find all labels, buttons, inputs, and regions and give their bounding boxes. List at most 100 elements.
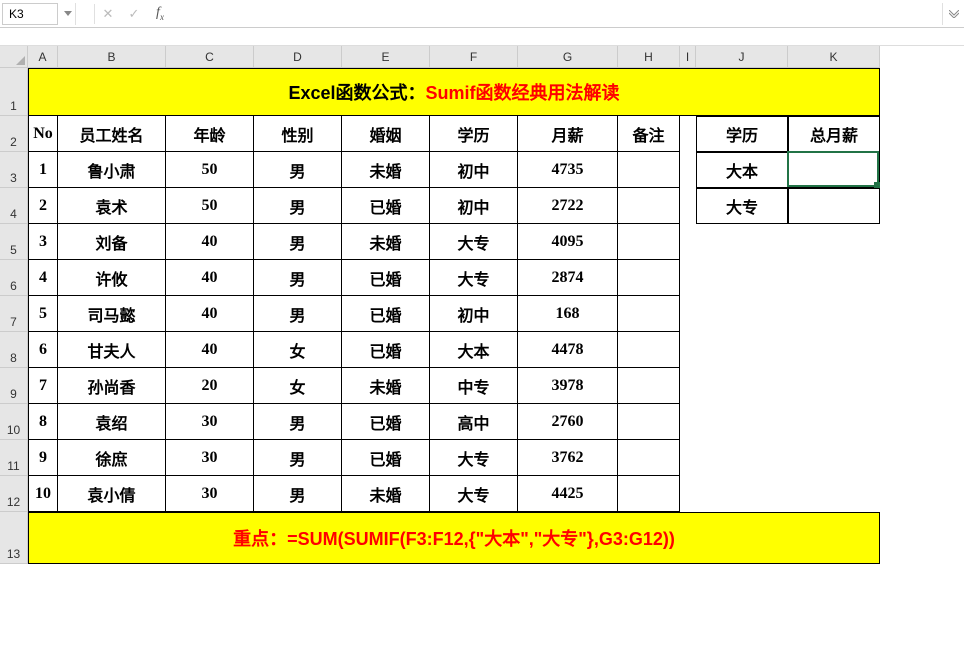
row-header-6[interactable]: 6 xyxy=(0,260,27,296)
spacer-cell[interactable] xyxy=(680,404,696,440)
data-cell-r6-c1[interactable]: 孙尚香 xyxy=(58,368,166,404)
spacer-cell[interactable] xyxy=(680,224,696,260)
name-box[interactable]: K3 xyxy=(2,3,58,25)
header-6[interactable]: 月薪 xyxy=(518,116,618,152)
column-header-F[interactable]: F xyxy=(430,46,518,68)
data-cell-r2-c5[interactable]: 大专 xyxy=(430,224,518,260)
cell-K12[interactable] xyxy=(788,476,880,512)
data-cell-r1-c7[interactable] xyxy=(618,188,680,224)
data-cell-r7-c4[interactable]: 已婚 xyxy=(342,404,430,440)
data-cell-r2-c1[interactable]: 刘备 xyxy=(58,224,166,260)
footer-banner[interactable]: 重点：=SUM(SUMIF(F3:F12,{"大本","大专"},G3:G12)… xyxy=(28,512,880,564)
row-header-7[interactable]: 7 xyxy=(0,296,27,332)
cell-K6[interactable] xyxy=(788,260,880,296)
data-cell-r2-c6[interactable]: 4095 xyxy=(518,224,618,260)
header-0[interactable]: No xyxy=(28,116,58,152)
data-cell-r9-c1[interactable]: 袁小倩 xyxy=(58,476,166,512)
cell-K7[interactable] xyxy=(788,296,880,332)
data-cell-r1-c0[interactable]: 2 xyxy=(28,188,58,224)
data-cell-r8-c4[interactable]: 已婚 xyxy=(342,440,430,476)
cell-K11[interactable] xyxy=(788,440,880,476)
side-header-0[interactable]: 学历 xyxy=(696,116,788,152)
spacer-cell[interactable] xyxy=(680,152,696,188)
row-header-1[interactable]: 1 xyxy=(0,68,27,116)
fx-icon[interactable]: fx xyxy=(147,3,173,25)
data-cell-r9-c3[interactable]: 男 xyxy=(254,476,342,512)
row-header-11[interactable]: 11 xyxy=(0,440,27,476)
side-header-1[interactable]: 总月薪 xyxy=(788,116,880,152)
data-cell-r7-c5[interactable]: 高中 xyxy=(430,404,518,440)
data-cell-r5-c6[interactable]: 4478 xyxy=(518,332,618,368)
row-header-8[interactable]: 8 xyxy=(0,332,27,368)
cell-J5[interactable] xyxy=(696,224,788,260)
data-cell-r3-c6[interactable]: 2874 xyxy=(518,260,618,296)
header-3[interactable]: 性别 xyxy=(254,116,342,152)
data-cell-r2-c7[interactable] xyxy=(618,224,680,260)
column-header-H[interactable]: H xyxy=(618,46,680,68)
cell-J7[interactable] xyxy=(696,296,788,332)
spacer-cell[interactable] xyxy=(680,296,696,332)
data-cell-r1-c6[interactable]: 2722 xyxy=(518,188,618,224)
cell-K10[interactable] xyxy=(788,404,880,440)
data-cell-r8-c5[interactable]: 大专 xyxy=(430,440,518,476)
data-cell-r9-c5[interactable]: 大专 xyxy=(430,476,518,512)
data-cell-r9-c4[interactable]: 未婚 xyxy=(342,476,430,512)
header-5[interactable]: 学历 xyxy=(430,116,518,152)
expand-formula-bar-icon[interactable] xyxy=(942,3,964,25)
data-cell-r7-c6[interactable]: 2760 xyxy=(518,404,618,440)
cell-J12[interactable] xyxy=(696,476,788,512)
data-cell-r5-c2[interactable]: 40 xyxy=(166,332,254,368)
row-header-10[interactable]: 10 xyxy=(0,404,27,440)
data-cell-r1-c5[interactable]: 初中 xyxy=(430,188,518,224)
data-cell-r9-c6[interactable]: 4425 xyxy=(518,476,618,512)
data-cell-r7-c1[interactable]: 袁绍 xyxy=(58,404,166,440)
data-cell-r2-c3[interactable]: 男 xyxy=(254,224,342,260)
data-cell-r5-c0[interactable]: 6 xyxy=(28,332,58,368)
data-cell-r4-c5[interactable]: 初中 xyxy=(430,296,518,332)
data-cell-r6-c4[interactable]: 未婚 xyxy=(342,368,430,404)
data-cell-r3-c3[interactable]: 男 xyxy=(254,260,342,296)
data-cell-r4-c3[interactable]: 男 xyxy=(254,296,342,332)
data-cell-r9-c0[interactable]: 10 xyxy=(28,476,58,512)
side-value-1[interactable]: 大专 xyxy=(696,188,788,224)
cell-K5[interactable] xyxy=(788,224,880,260)
data-cell-r6-c3[interactable]: 女 xyxy=(254,368,342,404)
column-header-A[interactable]: A xyxy=(28,46,58,68)
data-cell-r0-c6[interactable]: 4735 xyxy=(518,152,618,188)
spacer-cell[interactable] xyxy=(680,260,696,296)
header-2[interactable]: 年龄 xyxy=(166,116,254,152)
data-cell-r8-c1[interactable]: 徐庶 xyxy=(58,440,166,476)
data-cell-r5-c3[interactable]: 女 xyxy=(254,332,342,368)
data-cell-r1-c3[interactable]: 男 xyxy=(254,188,342,224)
data-cell-r6-c6[interactable]: 3978 xyxy=(518,368,618,404)
data-cell-r3-c1[interactable]: 许攸 xyxy=(58,260,166,296)
data-cell-r0-c3[interactable]: 男 xyxy=(254,152,342,188)
data-cell-r4-c1[interactable]: 司马懿 xyxy=(58,296,166,332)
data-cell-r1-c1[interactable]: 袁术 xyxy=(58,188,166,224)
row-header-5[interactable]: 5 xyxy=(0,224,27,260)
side-total-0[interactable] xyxy=(788,152,880,188)
header-1[interactable]: 员工姓名 xyxy=(58,116,166,152)
cell-K9[interactable] xyxy=(788,368,880,404)
formula-input[interactable] xyxy=(173,3,942,25)
row-header-4[interactable]: 4 xyxy=(0,188,27,224)
data-cell-r2-c4[interactable]: 未婚 xyxy=(342,224,430,260)
data-cell-r4-c4[interactable]: 已婚 xyxy=(342,296,430,332)
data-cell-r5-c5[interactable]: 大本 xyxy=(430,332,518,368)
side-total-1[interactable] xyxy=(788,188,880,224)
data-cell-r8-c6[interactable]: 3762 xyxy=(518,440,618,476)
column-header-B[interactable]: B xyxy=(58,46,166,68)
data-cell-r0-c5[interactable]: 初中 xyxy=(430,152,518,188)
data-cell-r6-c7[interactable] xyxy=(618,368,680,404)
column-header-E[interactable]: E xyxy=(342,46,430,68)
data-cell-r9-c2[interactable]: 30 xyxy=(166,476,254,512)
data-cell-r0-c4[interactable]: 未婚 xyxy=(342,152,430,188)
name-box-dropdown-icon[interactable] xyxy=(60,3,76,25)
row-header-2[interactable]: 2 xyxy=(0,116,27,152)
data-cell-r7-c0[interactable]: 8 xyxy=(28,404,58,440)
cell-K8[interactable] xyxy=(788,332,880,368)
cell-J8[interactable] xyxy=(696,332,788,368)
data-cell-r1-c2[interactable]: 50 xyxy=(166,188,254,224)
data-cell-r8-c7[interactable] xyxy=(618,440,680,476)
data-cell-r6-c5[interactable]: 中专 xyxy=(430,368,518,404)
